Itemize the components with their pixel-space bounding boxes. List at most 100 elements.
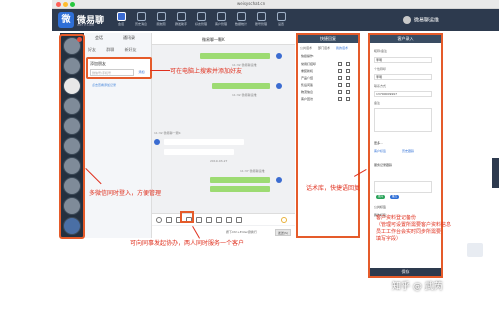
- name-field[interactable]: 李明: [374, 57, 432, 63]
- field-label: 个性称呼: [374, 67, 387, 71]
- nav-item-accounts[interactable]: 账号管理: [252, 12, 270, 26]
- quick-reply-tabs: 公共话术 部门话术 我的话术: [300, 46, 353, 50]
- add-record-link[interactable]: 点击查看添加记录: [92, 83, 116, 87]
- quick-reply-item[interactable]: 售后问答: [301, 83, 313, 87]
- edit-icon[interactable]: [338, 97, 342, 101]
- close-dot-icon[interactable]: [56, 2, 61, 7]
- minimize-dot-icon[interactable]: [63, 2, 68, 7]
- remark-field[interactable]: [374, 108, 432, 132]
- folder-icon[interactable]: [166, 217, 172, 223]
- message-bubble: [210, 177, 270, 183]
- tab-friends[interactable]: 好友: [88, 47, 96, 52]
- folder-icon[interactable]: [236, 217, 242, 223]
- smile-icon[interactable]: [281, 217, 287, 223]
- nav-item-friends[interactable]: 好友管理: [192, 12, 210, 26]
- address-bar[interactable]: weisyschat.cn: [237, 1, 265, 6]
- edit-icon[interactable]: [338, 90, 342, 94]
- edit-icon[interactable]: [346, 69, 350, 73]
- edit-icon[interactable]: [346, 62, 350, 66]
- edit-icon[interactable]: [346, 83, 350, 87]
- message-bubble: [164, 139, 244, 145]
- top-navigation: 微 微易聊 WEI YI LIAO 会话 历史消息 朋友圈 群发助手 好友管理 …: [52, 9, 499, 31]
- emoji-icon[interactable]: [156, 217, 162, 223]
- nav-item-stats[interactable]: 数据统计: [232, 12, 250, 26]
- tag-input[interactable]: [374, 181, 432, 193]
- tab-sessions[interactable]: 会话: [95, 35, 103, 41]
- floating-sidebar[interactable]: [492, 158, 499, 188]
- quick-reply-item[interactable]: 常用打招呼: [301, 62, 316, 66]
- chat-icon: [116, 12, 126, 21]
- message-bubble: [200, 53, 270, 59]
- quick-reply-item[interactable]: 物流信息: [301, 90, 313, 94]
- edit-icon[interactable]: [338, 76, 342, 80]
- tab-public-scripts[interactable]: 公共话术: [300, 46, 312, 50]
- field-label: 昵称/备注: [374, 49, 388, 53]
- quick-reply-item[interactable]: 重装新机: [301, 69, 313, 73]
- edit-icon[interactable]: [346, 97, 350, 101]
- add-friend-title: 添加朋友: [90, 61, 106, 66]
- history-track-link[interactable]: 历史跟踪: [402, 149, 414, 153]
- voice-icon[interactable]: [206, 217, 212, 223]
- add-friend-button[interactable]: 添加: [135, 69, 148, 76]
- edit-icon[interactable]: [338, 62, 342, 66]
- broadcast-icon: [176, 12, 186, 21]
- stats-icon: [236, 12, 246, 21]
- accounts-icon: [256, 12, 266, 21]
- nickname-field[interactable]: 李明: [374, 74, 432, 80]
- phone-field[interactable]: 13700009997: [374, 91, 432, 97]
- tab-department-scripts[interactable]: 部门话术: [318, 46, 330, 50]
- quick-reply-item[interactable]: 客户回访: [301, 97, 313, 101]
- edit-icon[interactable]: [346, 76, 350, 80]
- nav-item-broadcast[interactable]: 群发助手: [172, 12, 190, 26]
- add-friend-input[interactable]: 微信号/手机号: [90, 69, 134, 76]
- message-meta: 11:32 微易聊一颗K: [154, 131, 181, 135]
- tab-my-scripts[interactable]: 我的话术: [336, 46, 348, 50]
- tag-chip[interactable]: 重点: [390, 195, 400, 199]
- tab-groups[interactable]: 群聊: [106, 47, 114, 52]
- app-root: weisyschat.cn 微 微易聊 WEI YI LIAO 会话 历史消息 …: [0, 0, 499, 312]
- annotation: 话术库，快捷语回复: [306, 185, 361, 192]
- tab-new-friends[interactable]: 新好友: [125, 47, 137, 52]
- save-button[interactable]: 保存: [370, 268, 441, 276]
- message-bubble: [210, 186, 270, 192]
- quick-reply-item[interactable]: 产品介绍: [301, 76, 313, 80]
- field-label: 备注: [374, 101, 381, 105]
- watermark: 知乎 @ 武芮: [392, 282, 443, 292]
- nav-item-customers[interactable]: 客户管理: [212, 12, 230, 26]
- avatar: [154, 139, 160, 145]
- send-button[interactable]: 发送(S): [275, 229, 291, 236]
- highlight-box: [59, 34, 85, 239]
- avatar: [276, 83, 282, 89]
- maximize-dot-icon[interactable]: [70, 2, 75, 7]
- nav-item-chat[interactable]: 会话: [112, 12, 130, 26]
- collaborate-icon[interactable]: [226, 217, 232, 223]
- current-user[interactable]: 微易聊运维: [402, 16, 439, 24]
- gear-icon: [276, 12, 286, 21]
- annotation: 可在电脑上搜索并添加好友: [170, 68, 243, 75]
- customer-tags-link[interactable]: 客户标签: [374, 149, 386, 153]
- customer-panel-title: 客户录入: [370, 35, 441, 43]
- more-link[interactable]: 更多...: [374, 141, 383, 145]
- customers-icon: [216, 12, 226, 21]
- tag-group[interactable]: 公共标签: [374, 205, 386, 209]
- tag-chip[interactable]: 意向: [376, 195, 386, 199]
- quick-reply-panel: 快捷回复 公共话术 部门话术 我的话术 快捷操作: 常用打招呼 重装新机 产品介…: [296, 33, 360, 238]
- file-icon[interactable]: [216, 217, 222, 223]
- nav-item-settings[interactable]: 设置: [272, 12, 290, 26]
- edit-icon[interactable]: [338, 83, 342, 87]
- chat-panel: 微易聊一颗K 11:32 微易聊运维 11:32 微易聊运维 11:32 微易聊…: [152, 33, 295, 238]
- edit-icon[interactable]: [338, 69, 342, 73]
- moments-icon: [156, 12, 166, 21]
- edit-icon[interactable]: [346, 90, 350, 94]
- chat-toolbar: [152, 213, 295, 225]
- quick-reply-title: 快捷回复: [298, 35, 358, 43]
- zhihu-badge-icon: [467, 243, 483, 257]
- image-icon[interactable]: [196, 217, 202, 223]
- nav-item-history[interactable]: 历史消息: [132, 12, 150, 26]
- tab-address-book[interactable]: 通讯录: [123, 35, 135, 41]
- nav-item-moments[interactable]: 朋友圈: [152, 12, 170, 26]
- app-logo: 微: [58, 12, 74, 28]
- field-label: 联系方式: [374, 84, 387, 88]
- annotation: 多微信同时登入，方便管理: [89, 190, 162, 197]
- friends-icon: [196, 12, 206, 21]
